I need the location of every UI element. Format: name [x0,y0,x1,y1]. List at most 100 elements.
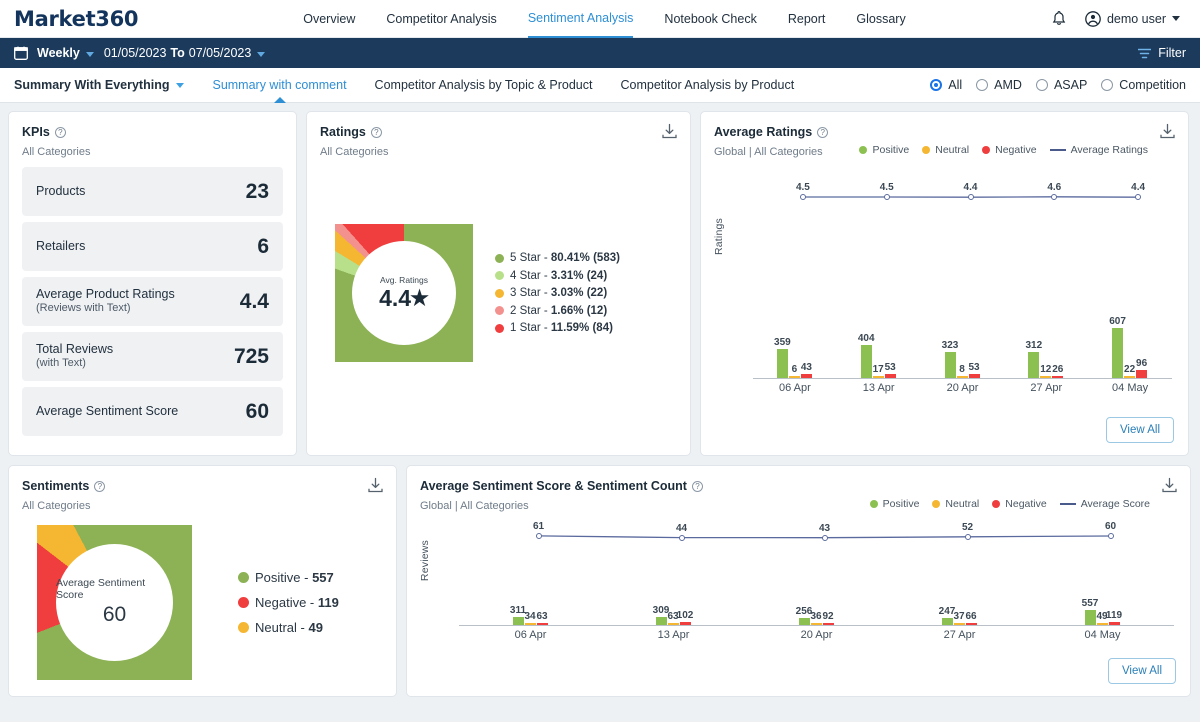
download-icon[interactable] [1159,123,1176,145]
line-data-point[interactable] [1107,533,1114,539]
legend-item[interactable]: Neutral [922,144,969,156]
radio-indicator[interactable] [930,79,943,91]
average-sentiment-card: Average Sentiment Score & Sentiment Coun… [406,465,1191,697]
ratings-legend-item[interactable]: 3 Star - 3.03% (22) [495,287,620,299]
sentiments-legend-item[interactable]: Neutral - 49 [238,620,339,635]
line-data-point[interactable] [964,533,971,540]
notification-bell-icon[interactable] [1051,10,1067,27]
line-series-path [538,535,1111,539]
line-data-point[interactable] [678,534,685,541]
legend-item[interactable]: Positive [859,144,909,156]
kpi-item[interactable]: Products 23 [22,167,283,216]
kpi-item[interactable]: Retailers 6 [22,222,283,271]
download-icon[interactable] [661,123,678,145]
legend-item[interactable]: Neutral [932,498,979,510]
sentiments-legend-item[interactable]: Positive - 557 [238,570,339,585]
average-ratings-title-text: Average Ratings [714,125,813,139]
average-sentiment-legend: Positive Neutral Negative Average Score [869,498,1150,510]
chevron-down-icon[interactable] [176,82,185,88]
kpi-sublabel: (with Text) [36,357,86,370]
line-data-point[interactable] [821,534,828,541]
ratings-donut-area: Avg. Ratings 4.4 ★ 5 Star - 80.41% (583)… [307,158,690,428]
legend-text: Positive - 557 [255,569,334,585]
period-chevron-down-icon[interactable] [85,51,94,57]
legend-text: 5 Star - 80.41% (583) [510,252,620,264]
info-icon[interactable]: ? [370,126,382,138]
average-ratings-title: Average Ratings ? [714,125,829,139]
legend-item[interactable]: Positive [869,498,919,510]
line-series-path [802,196,1139,198]
sentiments-donut-chart[interactable]: Average Sentiment Score 60 [37,524,192,680]
radio-amd[interactable]: AMD [976,78,1022,92]
radio-asap[interactable]: ASAP [1035,78,1087,92]
date-chevron-down-icon[interactable] [257,51,266,57]
kpi-sublabel: (Reviews with Text) [36,302,131,315]
line-data-point[interactable] [1135,194,1142,201]
average-sentiment-chart[interactable]: Reviews 311 34 63 06 Apr 309 63 102 13 Apr 256 36 9… [407,512,1192,647]
radio-indicator[interactable] [1101,79,1114,91]
kpis-subtitle: All Categories [22,146,91,158]
download-icon[interactable] [1161,477,1178,499]
view-all-button[interactable]: View All [1105,417,1174,443]
filter-button[interactable]: Filter [1138,46,1186,60]
kpi-list: Products 23 Retailers 6 Average Product Rati… [9,158,296,436]
date-to[interactable]: 07/05/2023 [189,46,252,60]
period-selector-label[interactable]: Weekly [37,46,80,60]
sub-tab-summary-with-comment[interactable]: Summary with comment [212,78,346,92]
radio-label: All [948,78,963,92]
nav-link-overview[interactable]: Overview [303,0,355,38]
ratings-legend-item[interactable]: 1 Star - 11.59% (84) [495,322,620,334]
ratings-legend-item[interactable]: 2 Star - 1.66% (12) [495,305,620,317]
ratings-legend-item[interactable]: 4 Star - 3.31% (24) [495,270,620,282]
nav-link-glossary[interactable]: Glossary [856,0,905,38]
radio-indicator[interactable] [976,79,989,91]
info-icon[interactable]: ? [54,126,66,138]
line-data-point[interactable] [883,194,890,200]
radio-indicator[interactable] [1035,79,1048,91]
sub-tab-summary-with-everything[interactable]: Summary With Everything [14,78,185,92]
info-icon[interactable]: ? [94,480,106,492]
ratings-subtitle: All Categories [320,146,389,158]
nav-link-sentiment-analysis[interactable]: Sentiment Analysis [527,0,634,38]
info-icon[interactable]: ? [691,480,703,492]
legend-item[interactable]: Negative [982,144,1037,156]
average-ratings-legend: Positive Neutral Negative Average Ratings [859,144,1148,156]
kpi-label-wrap: Retailers [36,239,85,254]
radio-competition[interactable]: Competition [1101,78,1186,92]
line-value-label: 44 [675,522,688,534]
kpi-item[interactable]: Average Sentiment Score 60 [22,387,283,436]
line-data-point[interactable] [1051,193,1058,200]
average-ratings-chart[interactable]: Ratings 359 6 43 06 Apr 404 17 53 13 Apr 323 8 53 20… [701,170,1190,400]
line-data-point[interactable] [967,194,974,201]
radio-all[interactable]: All [930,78,962,92]
sentiments-legend-item[interactable]: Negative - 119 [238,595,339,610]
info-icon[interactable]: ? [817,126,829,138]
legend-text: Negative [995,144,1037,156]
line-data-point[interactable] [535,532,542,539]
sub-tab-competitor-analysis-by-topic-product[interactable]: Competitor Analysis by Topic & Product [375,78,593,92]
legend-item[interactable]: Negative [992,498,1047,510]
sentiments-legend: Positive - 557 Negative - 119 Neutral - 49 [238,570,339,635]
sub-tab-competitor-analysis-by-product[interactable]: Competitor Analysis by Product [620,78,794,92]
nav-link-competitor-analysis[interactable]: Competitor Analysis [386,0,496,38]
nav-link-report[interactable]: Report [788,0,826,38]
kpi-item[interactable]: Average Product Ratings (Reviews with Tex… [22,277,283,326]
kpi-item[interactable]: Total Reviews (with Text) 725 [22,332,283,381]
app-logo[interactable]: Market360 [14,7,139,31]
ratings-title-text: Ratings [320,125,366,139]
date-from[interactable]: 01/05/2023 [104,46,167,60]
view-all-button[interactable]: View All [1107,658,1176,684]
sub-tab-label: Summary With Everything [14,78,170,92]
sentiments-card: Sentiments ? All Categories Average Sent… [8,465,397,697]
legend-item[interactable]: Average Ratings [1049,144,1148,156]
kpi-label-wrap: Average Product Ratings (Reviews with Tex… [36,287,175,315]
download-icon[interactable] [367,477,384,499]
legend-item[interactable]: Average Score [1059,498,1150,510]
nav-link-notebook-check[interactable]: Notebook Check [664,0,756,38]
ratings-donut-chart[interactable]: Avg. Ratings 4.4 ★ [335,224,473,362]
user-menu[interactable]: demo user [1085,10,1180,27]
sentiments-center-caption: Average Sentiment Score [56,577,146,601]
line-data-point[interactable] [799,194,806,200]
kpi-label: Average Sentiment Score [36,404,179,418]
ratings-legend-item[interactable]: 5 Star - 80.41% (583) [495,252,620,264]
